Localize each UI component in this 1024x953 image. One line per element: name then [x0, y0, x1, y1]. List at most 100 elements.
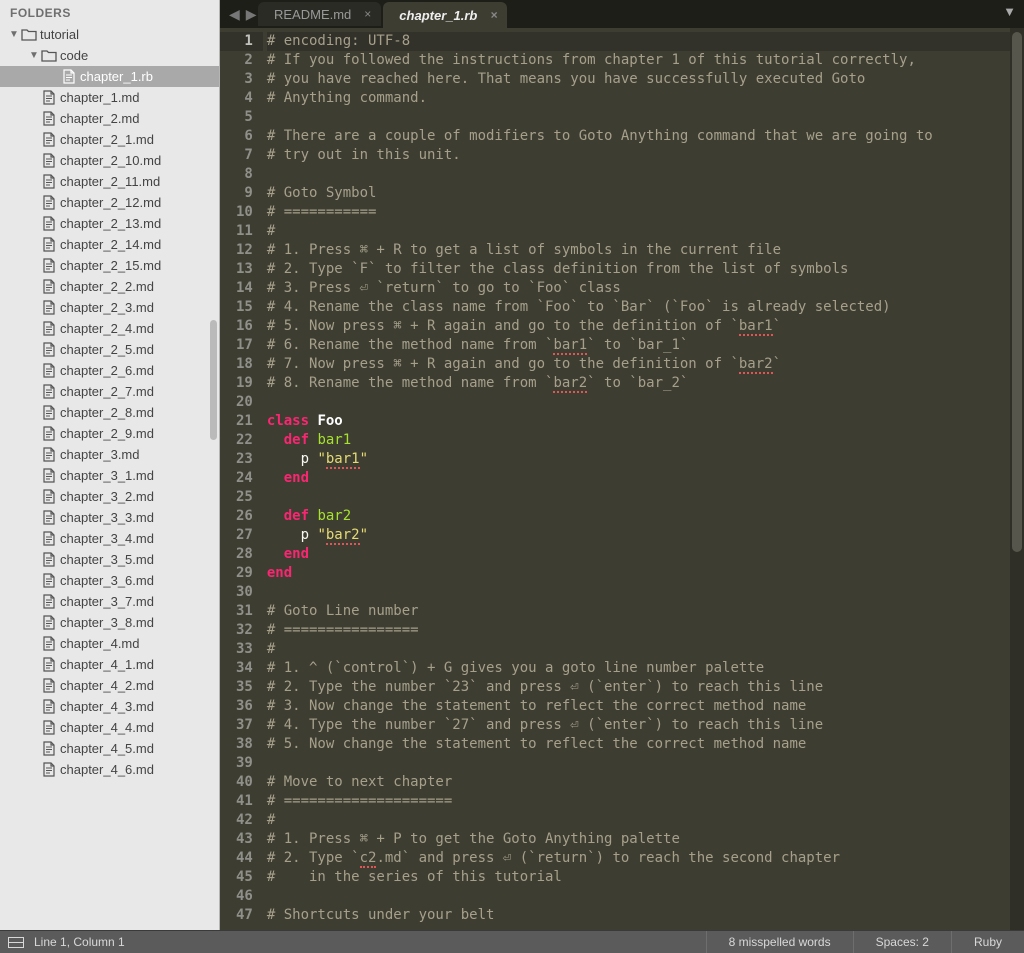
tab[interactable]: README.md× — [258, 2, 381, 26]
tree-file[interactable]: chapter_3_7.md — [0, 591, 219, 612]
status-spellcheck[interactable]: 8 misspelled words — [706, 931, 853, 953]
code-line[interactable]: # 4. Type the number `27` and press ⏎ (`… — [267, 716, 1024, 735]
tree-file[interactable]: chapter_4_2.md — [0, 675, 219, 696]
code-line[interactable]: def bar1 — [267, 431, 1024, 450]
code-line[interactable]: # Move to next chapter — [267, 773, 1024, 792]
code-line[interactable]: # ================ — [267, 621, 1024, 640]
close-icon[interactable]: × — [490, 8, 497, 22]
code-line[interactable]: p "bar2" — [267, 526, 1024, 545]
tree-file[interactable]: chapter_4_5.md — [0, 738, 219, 759]
code-line[interactable]: # in the series of this tutorial — [267, 868, 1024, 887]
tree-file[interactable]: chapter_3_6.md — [0, 570, 219, 591]
tree-file[interactable]: chapter_4_1.md — [0, 654, 219, 675]
code-line[interactable]: # 8. Rename the method name from `bar2` … — [267, 374, 1024, 393]
tree-file[interactable]: chapter_2_11.md — [0, 171, 219, 192]
file-icon — [40, 426, 58, 441]
tree-file[interactable]: chapter_2_3.md — [0, 297, 219, 318]
code-line[interactable]: # Shortcuts under your belt — [267, 906, 1024, 925]
code-line[interactable]: # If you followed the instructions from … — [267, 51, 1024, 70]
disclosure-triangle-icon[interactable]: ▼ — [8, 29, 20, 40]
tree-file[interactable]: chapter_2_7.md — [0, 381, 219, 402]
code-line[interactable]: # 5. Now change the statement to reflect… — [267, 735, 1024, 754]
tree-file[interactable]: chapter_3_1.md — [0, 465, 219, 486]
editor-scrollbar-thumb[interactable] — [1012, 32, 1022, 552]
tree-file[interactable]: chapter_2_10.md — [0, 150, 219, 171]
code-line[interactable]: # ==================== — [267, 792, 1024, 811]
code-line[interactable]: # 1. Press ⌘ + P to get the Goto Anythin… — [267, 830, 1024, 849]
status-syntax[interactable]: Ruby — [951, 931, 1024, 953]
tree-file[interactable]: chapter_3_2.md — [0, 486, 219, 507]
tree-folder[interactable]: ▼tutorial — [0, 24, 219, 45]
tree-file[interactable]: chapter_2_15.md — [0, 255, 219, 276]
code-line[interactable] — [267, 488, 1024, 507]
code-line[interactable]: class Foo — [267, 412, 1024, 431]
tree-file[interactable]: chapter_2_4.md — [0, 318, 219, 339]
code-editor[interactable]: 1234567891011121314151617181920212223242… — [220, 28, 1024, 930]
code-line[interactable]: # 2. Type the number `23` and press ⏎ (`… — [267, 678, 1024, 697]
code-line[interactable]: # 4. Rename the class name from `Foo` to… — [267, 298, 1024, 317]
code-line[interactable] — [267, 583, 1024, 602]
tree-file[interactable]: chapter_4_4.md — [0, 717, 219, 738]
tree-file[interactable]: chapter_2_1.md — [0, 129, 219, 150]
code-line[interactable]: # 1. ^ (`control`) + G gives you a goto … — [267, 659, 1024, 678]
panel-switcher-icon[interactable] — [8, 936, 24, 948]
code-line[interactable] — [267, 754, 1024, 773]
code-line[interactable] — [267, 393, 1024, 412]
tree-file[interactable]: chapter_2_9.md — [0, 423, 219, 444]
code-line[interactable]: # =========== — [267, 203, 1024, 222]
code-line[interactable] — [267, 108, 1024, 127]
tree-file[interactable]: chapter_2_13.md — [0, 213, 219, 234]
tree-file[interactable]: chapter_1.md — [0, 87, 219, 108]
tree-file[interactable]: chapter_3_8.md — [0, 612, 219, 633]
tree-file[interactable]: chapter_4.md — [0, 633, 219, 654]
status-indentation[interactable]: Spaces: 2 — [853, 931, 951, 953]
code-line[interactable]: # Goto Symbol — [267, 184, 1024, 203]
code-line[interactable]: # 5. Now press ⌘ + R again and go to the… — [267, 317, 1024, 336]
code-line[interactable]: # 7. Now press ⌘ + R again and go to the… — [267, 355, 1024, 374]
sidebar-scrollbar[interactable] — [210, 320, 217, 440]
code-line[interactable]: # try out in this unit. — [267, 146, 1024, 165]
tree-file[interactable]: chapter_4_6.md — [0, 759, 219, 780]
code-line[interactable]: end — [267, 545, 1024, 564]
tree-file[interactable]: chapter_2_14.md — [0, 234, 219, 255]
code-line[interactable]: end — [267, 469, 1024, 488]
tab[interactable]: chapter_1.rb× — [383, 2, 507, 28]
code-line[interactable]: # — [267, 640, 1024, 659]
code-line[interactable]: # 2. Type `F` to filter the class defini… — [267, 260, 1024, 279]
code-line[interactable] — [267, 887, 1024, 906]
tree-file[interactable]: chapter_4_3.md — [0, 696, 219, 717]
code-line[interactable]: p "bar1" — [267, 450, 1024, 469]
code-line[interactable]: # you have reached here. That means you … — [267, 70, 1024, 89]
code-line[interactable]: # — [267, 811, 1024, 830]
tree-file[interactable]: chapter_3_4.md — [0, 528, 219, 549]
tree-file[interactable]: chapter_2_8.md — [0, 402, 219, 423]
code-line[interactable]: # encoding: UTF-8 — [267, 32, 1024, 51]
close-icon[interactable]: × — [364, 7, 371, 21]
disclosure-triangle-icon[interactable]: ▼ — [28, 50, 40, 61]
tree-file[interactable]: chapter_2_2.md — [0, 276, 219, 297]
tab-overflow-icon[interactable]: ▼ — [1003, 4, 1016, 19]
code-line[interactable]: end — [267, 564, 1024, 583]
code-line[interactable]: # There are a couple of modifiers to Got… — [267, 127, 1024, 146]
tree-file[interactable]: chapter_2.md — [0, 108, 219, 129]
editor-scrollbar-track[interactable] — [1010, 28, 1024, 930]
tree-file[interactable]: chapter_3_5.md — [0, 549, 219, 570]
tree-folder[interactable]: ▼code — [0, 45, 219, 66]
tree-file[interactable]: chapter_3_3.md — [0, 507, 219, 528]
code-line[interactable]: # 1. Press ⌘ + R to get a list of symbol… — [267, 241, 1024, 260]
code-line[interactable]: # Goto Line number — [267, 602, 1024, 621]
code-line[interactable]: # 3. Now change the statement to reflect… — [267, 697, 1024, 716]
nav-back-icon[interactable]: ◀ — [226, 4, 243, 25]
code-line[interactable]: # — [267, 222, 1024, 241]
code-line[interactable]: # 2. Type `c2.md` and press ⏎ (`return`)… — [267, 849, 1024, 868]
code-line[interactable]: def bar2 — [267, 507, 1024, 526]
code-line[interactable] — [267, 165, 1024, 184]
tree-file[interactable]: chapter_2_5.md — [0, 339, 219, 360]
tree-file[interactable]: chapter_2_12.md — [0, 192, 219, 213]
code-line[interactable]: # 6. Rename the method name from `bar1` … — [267, 336, 1024, 355]
code-line[interactable]: # Anything command. — [267, 89, 1024, 108]
tree-file[interactable]: chapter_3.md — [0, 444, 219, 465]
tree-file[interactable]: chapter_2_6.md — [0, 360, 219, 381]
tree-file[interactable]: chapter_1.rb — [0, 66, 219, 87]
code-line[interactable]: # 3. Press ⏎ `return` to go to `Foo` cla… — [267, 279, 1024, 298]
